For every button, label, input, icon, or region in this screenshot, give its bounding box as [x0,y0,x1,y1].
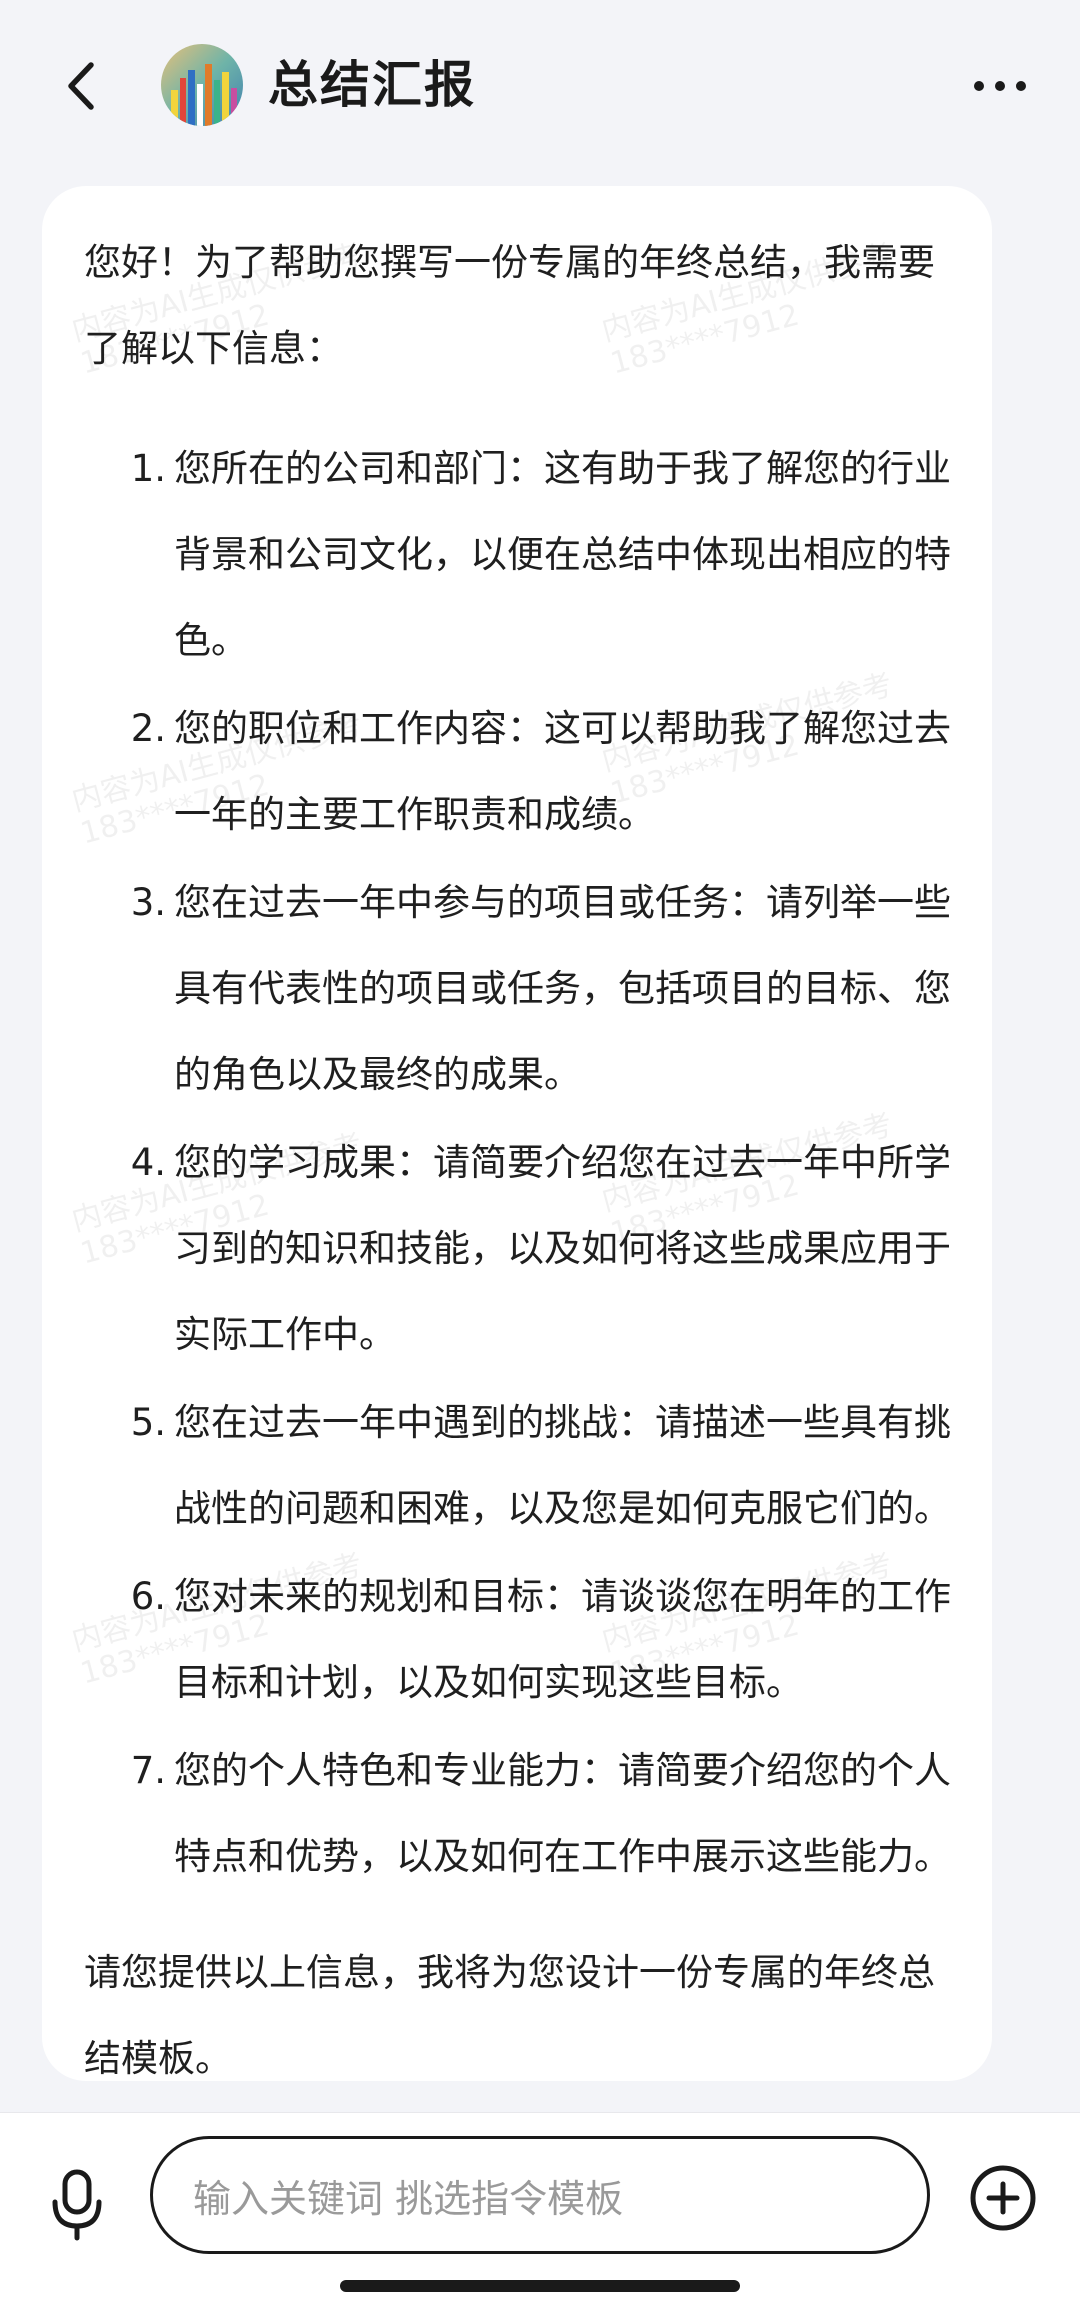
add-button[interactable] [968,2163,1038,2233]
chevron-left-icon [68,62,94,110]
assistant-message-bubble: 内容为AI生成仅供参考 183****7912 内容为AI生成仅供参考 183*… [42,186,992,2081]
list-item-number: 6. [130,1575,166,1618]
list-item-number: 2. [130,707,166,750]
list-item-number: 3. [130,881,166,924]
list-item-number: 4. [130,1141,166,1184]
list-item: 5. 您在过去一年中遇到的挑战：请描述一些具有挑战性的问题和困难，以及您是如何克… [84,1380,952,1552]
list-item-number: 1. [130,447,166,490]
list-item: 4. 您的学习成果：请简要介绍您在过去一年中所学习到的知识和技能，以及如何将这些… [84,1120,952,1378]
voice-input-button[interactable] [42,2161,112,2251]
list-item: 7. 您的个人特色和专业能力：请简要介绍您的个人特点和优势，以及如何在工作中展示… [84,1728,952,1900]
list-item-text: 您在过去一年中参与的项目或任务：请列举一些具有代表性的项目或任务，包括项目的目标… [174,881,951,1096]
plus-circle-icon [970,2165,1036,2231]
list-item: 3. 您在过去一年中参与的项目或任务：请列举一些具有代表性的项目或任务，包括项目… [84,860,952,1118]
message-intro: 您好！为了帮助您撰写一份专属的年终总结，我需要了解以下信息： [84,241,935,370]
list-item: 1. 您所在的公司和部门：这有助于我了解您的行业背景和公司文化，以便在总结中体现… [84,426,952,684]
list-item-number: 7. [130,1749,166,1792]
page-title: 总结汇报 [268,56,476,114]
back-button[interactable] [50,56,110,116]
list-item: 6. 您对未来的规划和目标：请谈谈您在明年的工作目标和计划，以及如何实现这些目标… [84,1554,952,1726]
home-indicator[interactable] [340,2280,740,2292]
top-bar: 总结汇报 [0,0,1080,175]
list-item-text: 您的个人特色和专业能力：请简要介绍您的个人特点和优势，以及如何在工作中展示这些能… [174,1749,951,1878]
list-item-text: 您对未来的规划和目标：请谈谈您在明年的工作目标和计划，以及如何实现这些目标。 [174,1575,951,1704]
more-options-button[interactable] [970,58,1030,114]
list-item: 2. 您的职位和工作内容：这可以帮助我了解您过去一年的主要工作职责和成绩。 [84,686,952,858]
keyword-input[interactable]: 输入关键词 挑选指令模板 [150,2136,930,2254]
bot-avatar[interactable] [161,44,243,126]
message-outro: 请您提供以上信息，我将为您设计一份专属的年终总结模板。 [84,1951,935,2080]
list-item-number: 5. [130,1401,166,1444]
info-list: 1. 您所在的公司和部门：这有助于我了解您的行业背景和公司文化，以便在总结中体现… [84,426,952,1900]
list-item-text: 您所在的公司和部门：这有助于我了解您的行业背景和公司文化，以便在总结中体现出相应… [174,447,951,662]
chart-avatar-icon [161,44,243,126]
list-item-text: 您的学习成果：请简要介绍您在过去一年中所学习到的知识和技能，以及如何将这些成果应… [174,1141,951,1356]
more-horizontal-icon [974,81,1026,91]
list-item-text: 您在过去一年中遇到的挑战：请描述一些具有挑战性的问题和困难，以及您是如何克服它们… [174,1401,951,1530]
list-item-text: 您的职位和工作内容：这可以帮助我了解您过去一年的主要工作职责和成绩。 [174,707,951,836]
microphone-icon [52,2169,102,2241]
